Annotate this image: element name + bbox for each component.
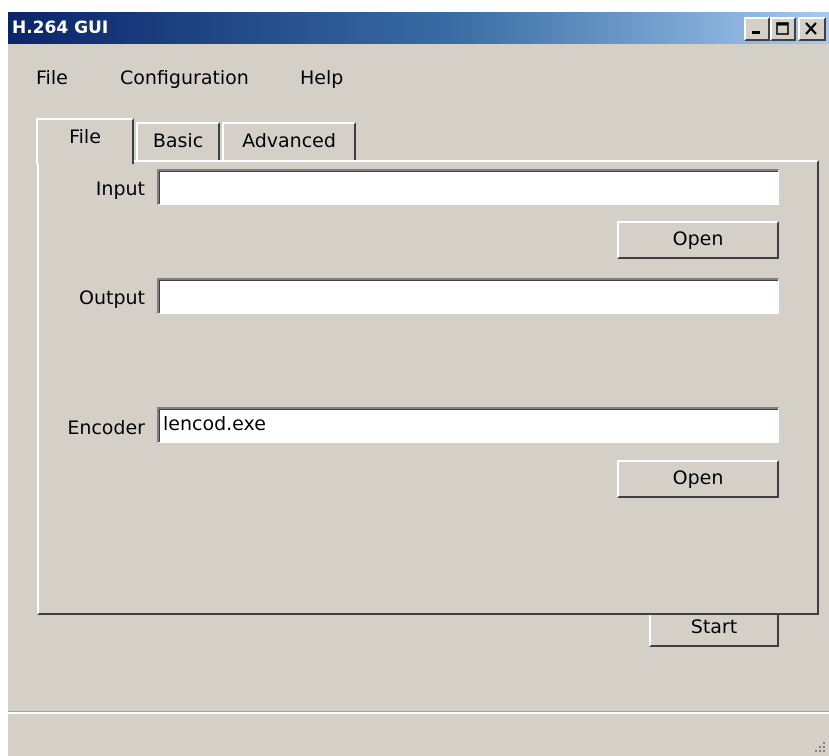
input-field[interactable] <box>157 169 779 205</box>
output-label: Output <box>79 287 145 309</box>
tab-advanced[interactable]: Advanced <box>222 122 356 162</box>
menu-configuration[interactable]: Configuration <box>120 64 249 92</box>
input-open-button[interactable]: Open <box>617 221 779 259</box>
output-field[interactable] <box>157 278 779 314</box>
resize-grip-icon[interactable] <box>811 738 827 754</box>
tab-file[interactable]: File <box>36 118 134 164</box>
maximize-icon <box>776 22 789 35</box>
encoder-field[interactable]: lencod.exe <box>157 407 779 443</box>
minimize-button[interactable] <box>744 17 770 41</box>
status-bar <box>8 712 829 756</box>
encoder-label: Encoder <box>67 417 145 439</box>
window-title: H.264 GUI <box>12 18 109 38</box>
menu-help[interactable]: Help <box>300 64 343 92</box>
minimize-icon <box>752 31 760 34</box>
title-bar[interactable]: H.264 GUI <box>8 12 829 44</box>
menu-bar: File Configuration Help <box>8 64 829 94</box>
encoder-open-button[interactable]: Open <box>617 460 779 498</box>
maximize-button[interactable] <box>770 17 796 41</box>
tab-basic[interactable]: Basic <box>136 122 220 162</box>
file-tab-panel: Input Open Output Encoder lencod.exe Ope… <box>37 160 819 615</box>
menu-file[interactable]: File <box>36 64 68 92</box>
app-window: H.264 GUI File Configuration Help File B… <box>8 12 829 756</box>
close-icon <box>805 22 817 35</box>
close-button[interactable] <box>798 17 826 41</box>
input-label: Input <box>95 178 145 200</box>
